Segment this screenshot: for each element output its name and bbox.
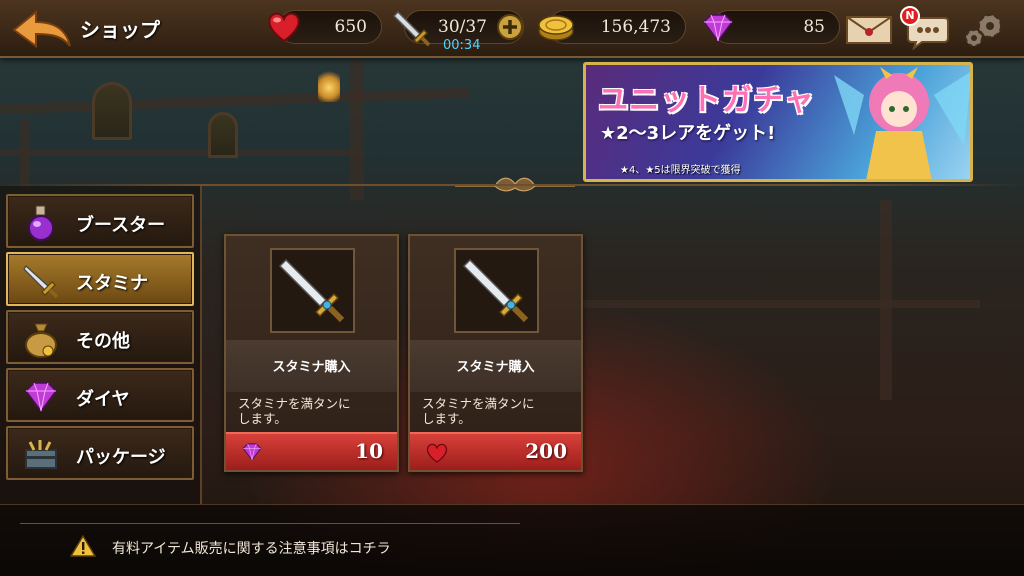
top-bar: ショップ 650 30/37 00:34 156,473 85 N — [0, 0, 1024, 58]
menu-label-diamond: ダイヤ — [76, 389, 130, 410]
paid-items-notice-link[interactable]: 有料アイテム販売に関する注意事項はコチラ — [112, 538, 391, 558]
product-name: スタミナ購入 — [456, 360, 535, 375]
menu-label-other: その他 — [76, 331, 130, 352]
footer-divider — [20, 523, 520, 524]
buy-button[interactable]: 10 — [226, 432, 397, 470]
buy-button[interactable]: 200 — [410, 432, 581, 470]
back-arrow-icon — [12, 9, 71, 48]
menu-item-package[interactable]: パッケージ — [6, 426, 194, 480]
hearts-value: 650 — [334, 17, 367, 37]
screen-title: ショップ — [80, 18, 160, 42]
add-stamina-button[interactable] — [496, 13, 524, 41]
product-price: 200 — [525, 439, 567, 463]
back-button[interactable] — [8, 6, 74, 52]
banner-note: ★4、★5は限界突破で獲得 — [620, 165, 741, 176]
product-card[interactable]: スタミナ購入 スタミナを満タンに します。 10 — [224, 234, 399, 472]
product-thumbnail — [454, 248, 539, 333]
product-card[interactable]: スタミナ購入 スタミナを満タンに します。 200 — [408, 234, 583, 472]
menu-item-booster[interactable]: ブースター — [6, 194, 194, 248]
menu-label-booster: ブースター — [76, 215, 166, 236]
product-description-line: スタミナを満タンに — [422, 396, 535, 411]
product-name: スタミナ購入 — [272, 360, 351, 375]
menu-item-stamina[interactable]: スタミナ — [6, 252, 194, 306]
sword-icon — [23, 265, 59, 299]
chest-icon — [25, 440, 57, 469]
gem-icon — [25, 382, 57, 413]
banner-title: ユニットガチャ — [598, 83, 815, 118]
warning-icon — [70, 535, 96, 557]
footer-bar: 有料アイテム販売に関する注意事項はコチラ — [0, 504, 1024, 576]
heart-icon — [426, 443, 448, 463]
notification-badge-label: N — [905, 9, 915, 22]
menu-item-diamond[interactable]: ダイヤ — [6, 368, 194, 422]
product-description-line: スタミナを満タンに — [238, 396, 351, 411]
product-description: スタミナを満タンに します。 — [422, 396, 572, 426]
sword-icon — [392, 10, 431, 47]
gold-coin-icon — [538, 15, 574, 41]
banner-character-illustration — [834, 67, 970, 179]
sword-icon — [278, 258, 345, 323]
sword-icon — [462, 258, 529, 323]
potion-icon — [28, 205, 54, 241]
gem-icon — [703, 14, 733, 43]
banner-subtitle: ★2〜3レアをゲット! — [600, 123, 776, 144]
mail-button[interactable] — [846, 16, 892, 44]
menu-item-other[interactable]: その他 — [6, 310, 194, 364]
money-bag-icon — [25, 323, 57, 358]
stamina-value: 30/37 — [438, 17, 487, 37]
gacha-banner[interactable]: ユニットガチャ ★2〜3レアをゲット! ★4、★5は限界突破で獲得 — [583, 62, 973, 182]
settings-gear-icon[interactable] — [960, 8, 1008, 50]
gems-value: 85 — [803, 17, 825, 37]
product-description: スタミナを満タンに します。 — [238, 396, 388, 426]
product-description-line: します。 — [238, 411, 287, 426]
product-description-line: します。 — [422, 411, 471, 426]
stamina-timer: 00:34 — [443, 38, 481, 53]
divider-ornament — [455, 177, 575, 192]
product-price: 10 — [355, 439, 383, 463]
category-menu: ブースター スタミナ その他 ダイヤ パッケージ — [0, 186, 202, 504]
gold-value: 156,473 — [600, 17, 671, 37]
menu-label-package: パッケージ — [76, 447, 166, 468]
menu-label-stamina: スタミナ — [76, 273, 148, 294]
heart-icon — [268, 12, 300, 43]
notification-badge: N — [900, 6, 920, 26]
product-thumbnail — [270, 248, 355, 333]
gem-icon — [242, 443, 262, 461]
